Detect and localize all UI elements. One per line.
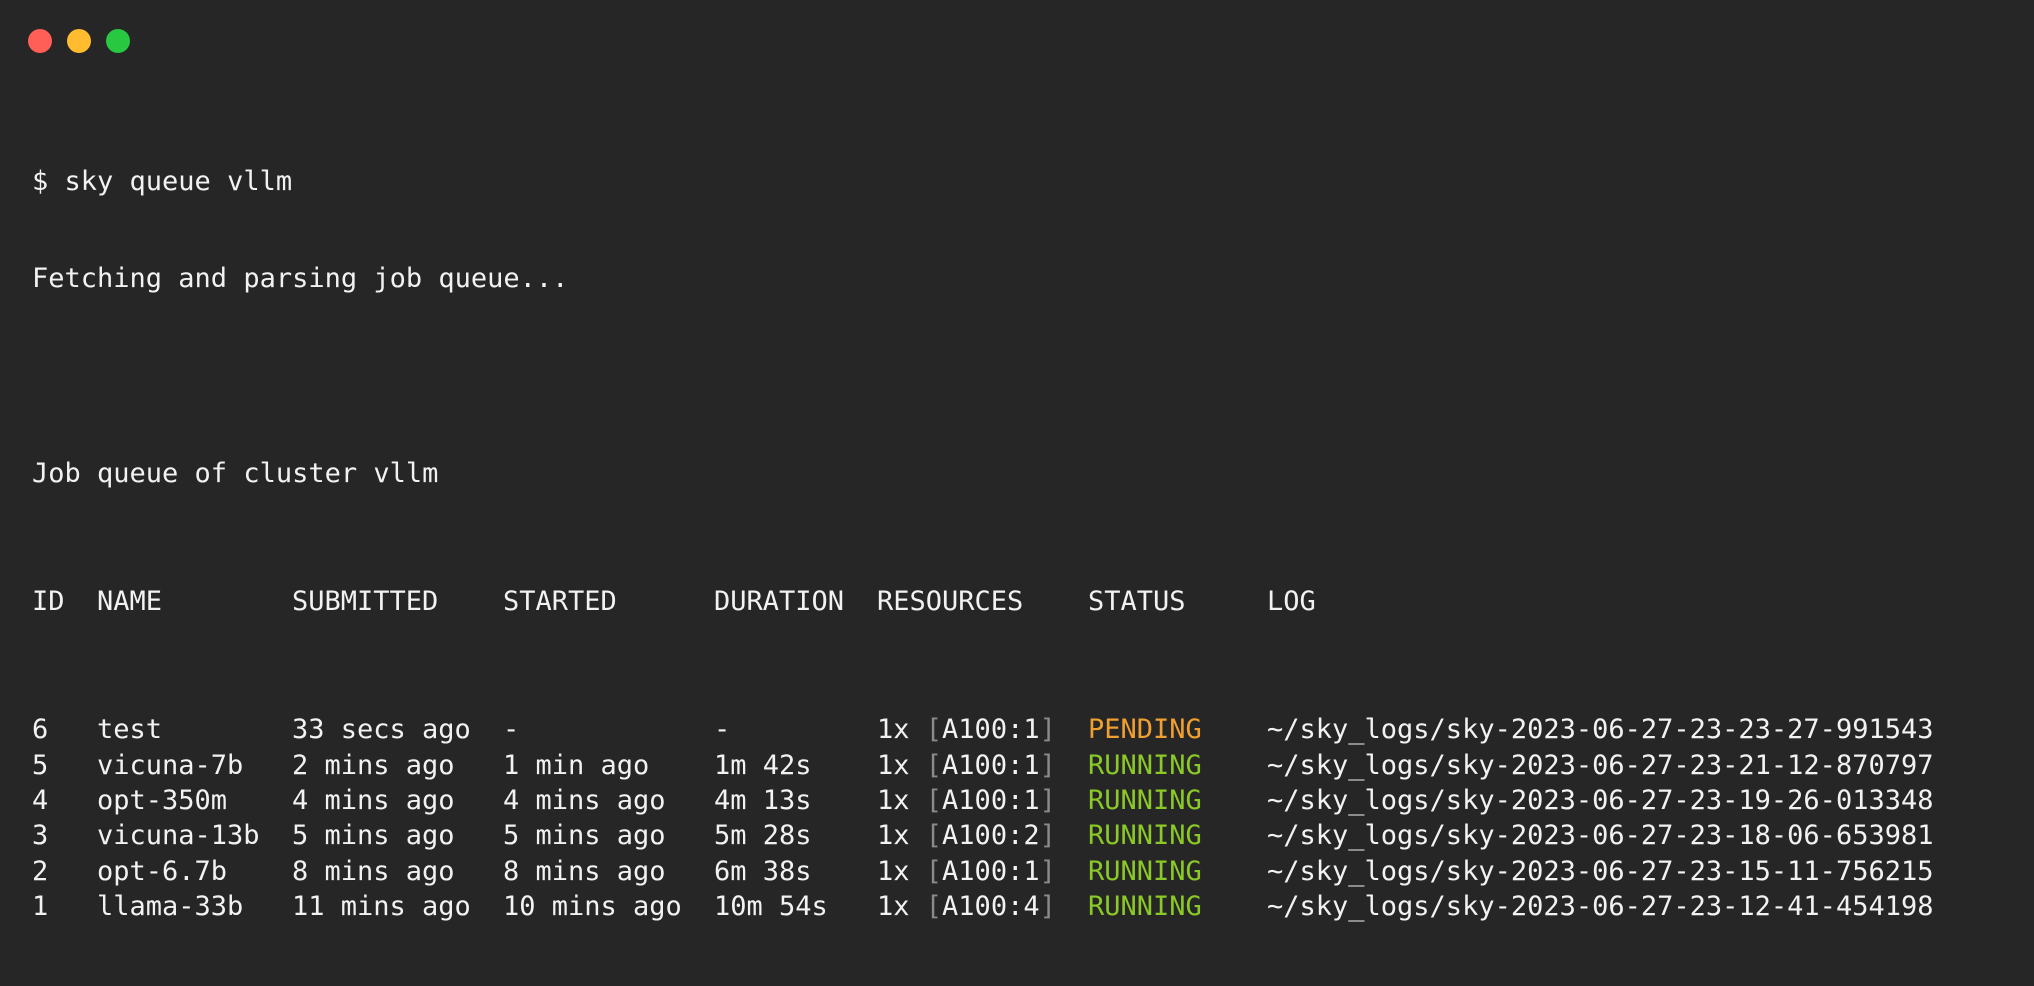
resource-open-bracket: [: [925, 855, 943, 887]
job-started: 4 mins ago: [503, 785, 666, 817]
job-resources: 1x [A100:1]: [877, 854, 1088, 889]
resource-spec: A100:1: [942, 749, 1040, 781]
resource-spec: A100:1: [942, 855, 1040, 887]
table-row: 4 opt-350m 4 mins ago 4 mins ago 4m 13s 1x [A…: [32, 783, 1933, 818]
status-badge: RUNNING: [1088, 820, 1202, 852]
resource-spec: A100:4: [942, 890, 1040, 922]
resource-close-bracket: ]: [1039, 785, 1056, 817]
job-submitted: 8 mins ago: [292, 855, 455, 887]
job-duration: 1m 42s: [714, 749, 812, 781]
queue-title: Job queue of cluster vllm: [32, 457, 439, 489]
status-badge: PENDING: [1088, 714, 1202, 746]
job-submitted: 33 secs ago: [292, 714, 471, 746]
header-resources: RESOURCES: [877, 586, 1024, 618]
job-name: vicuna-7b: [97, 749, 244, 781]
table-row: 5 vicuna-7b 2 mins ago 1 min ago 1m 42s 1x [A…: [32, 748, 1933, 783]
job-duration: 10m 54s: [714, 890, 828, 922]
header-duration: DURATION: [714, 586, 845, 618]
job-log-path: ~/sky_logs/sky-2023-06-27-23-12-41-45419…: [1267, 890, 1934, 922]
job-log-path: ~/sky_logs/sky-2023-06-27-23-21-12-87079…: [1267, 749, 1934, 781]
job-id: 5: [32, 749, 49, 781]
job-name: llama-33b: [97, 890, 244, 922]
table-row: 1 llama-33b 11 mins ago 10 mins ago 10m 54s 1…: [32, 889, 1933, 924]
job-started: -: [503, 714, 520, 746]
job-table-body: 6 test 33 secs ago - -1x [A100:1] PENDING ~/sk…: [32, 712, 1933, 924]
minimize-window-button[interactable]: [67, 29, 91, 53]
job-started: 10 mins ago: [503, 890, 682, 922]
job-submitted: 4 mins ago: [292, 785, 455, 817]
job-resources: 1x [A100:2]: [877, 818, 1088, 853]
table-row: 6 test 33 secs ago - -1x [A100:1] PENDING ~/sk…: [32, 712, 1933, 747]
resource-count: 1x: [877, 749, 910, 781]
terminal-output[interactable]: $ sky queue vllm Fetching and parsing jo…: [32, 102, 1933, 986]
resource-count: 1x: [877, 890, 910, 922]
job-id: 2: [32, 855, 49, 887]
job-submitted: 11 mins ago: [292, 890, 471, 922]
job-name: test: [97, 714, 163, 746]
status-badge: RUNNING: [1088, 749, 1202, 781]
job-submitted: 2 mins ago: [292, 749, 455, 781]
table-row: 3 vicuna-13b 5 mins ago 5 mins ago 5m 28s 1x …: [32, 818, 1933, 853]
resource-count: 1x: [877, 820, 910, 852]
job-log-path: ~/sky_logs/sky-2023-06-27-23-23-27-99154…: [1267, 714, 1934, 746]
resource-close-bracket: ]: [1039, 820, 1056, 852]
job-id: 4: [32, 785, 49, 817]
job-duration: 6m 38s: [714, 855, 812, 887]
job-resources: 1x [A100:1]: [877, 748, 1088, 783]
resource-open-bracket: [: [925, 890, 943, 922]
window-controls: [28, 29, 130, 53]
command-line: $ sky queue vllm: [32, 166, 293, 197]
job-started: 5 mins ago: [503, 820, 666, 852]
job-log-path: ~/sky_logs/sky-2023-06-27-23-18-06-65398…: [1267, 820, 1934, 852]
job-started: 1 min ago: [503, 749, 650, 781]
resource-count: 1x: [877, 785, 910, 817]
job-resources: 1x [A100:1]: [877, 712, 1088, 747]
maximize-window-button[interactable]: [106, 29, 130, 53]
resource-close-bracket: ]: [1039, 749, 1056, 781]
resource-close-bracket: ]: [1039, 890, 1056, 922]
table-header: ID NAME SUBMITTED STARTED DURATION RESOU…: [32, 584, 1933, 619]
job-log-path: ~/sky_logs/sky-2023-06-27-23-19-26-01334…: [1267, 785, 1934, 817]
resource-spec: A100:2: [942, 820, 1040, 852]
job-name: opt-6.7b: [97, 855, 228, 887]
resource-count: 1x: [877, 714, 910, 746]
job-name: opt-350m: [97, 785, 228, 817]
resource-spec: A100:1: [942, 785, 1040, 817]
job-id: 6: [32, 714, 49, 746]
table-row: 2 opt-6.7b 8 mins ago 8 mins ago 6m 38s 1x [A…: [32, 854, 1933, 889]
job-name: vicuna-13b: [97, 820, 260, 852]
status-badge: RUNNING: [1088, 855, 1202, 887]
job-resources: 1x [A100:1]: [877, 783, 1088, 818]
resource-close-bracket: ]: [1039, 855, 1056, 887]
job-duration: -: [714, 714, 731, 746]
resource-open-bracket: [: [925, 714, 943, 746]
header-status: STATUS: [1088, 586, 1186, 618]
header-name: NAME: [97, 586, 163, 618]
header-id: ID: [32, 586, 65, 618]
resource-count: 1x: [877, 855, 910, 887]
status-badge: RUNNING: [1088, 890, 1202, 922]
resource-open-bracket: [: [925, 820, 943, 852]
header-submitted: SUBMITTED: [292, 586, 439, 618]
job-id: 3: [32, 820, 49, 852]
close-window-button[interactable]: [28, 29, 52, 53]
job-log-path: ~/sky_logs/sky-2023-06-27-23-15-11-75621…: [1267, 855, 1934, 887]
job-started: 8 mins ago: [503, 855, 666, 887]
job-duration: 5m 28s: [714, 820, 812, 852]
resource-close-bracket: ]: [1039, 714, 1056, 746]
job-resources: 1x [A100:4]: [877, 889, 1088, 924]
status-line: Fetching and parsing job queue...: [32, 263, 569, 295]
job-submitted: 5 mins ago: [292, 820, 455, 852]
terminal-window: $ sky queue vllm Fetching and parsing jo…: [0, 0, 2034, 922]
status-badge: RUNNING: [1088, 785, 1202, 817]
resource-open-bracket: [: [925, 785, 943, 817]
header-started: STARTED: [503, 586, 617, 618]
resource-open-bracket: [: [925, 749, 943, 781]
header-log: LOG: [1267, 586, 1316, 618]
job-duration: 4m 13s: [714, 785, 812, 817]
job-id: 1: [32, 890, 49, 922]
resource-spec: A100:1: [942, 714, 1040, 746]
